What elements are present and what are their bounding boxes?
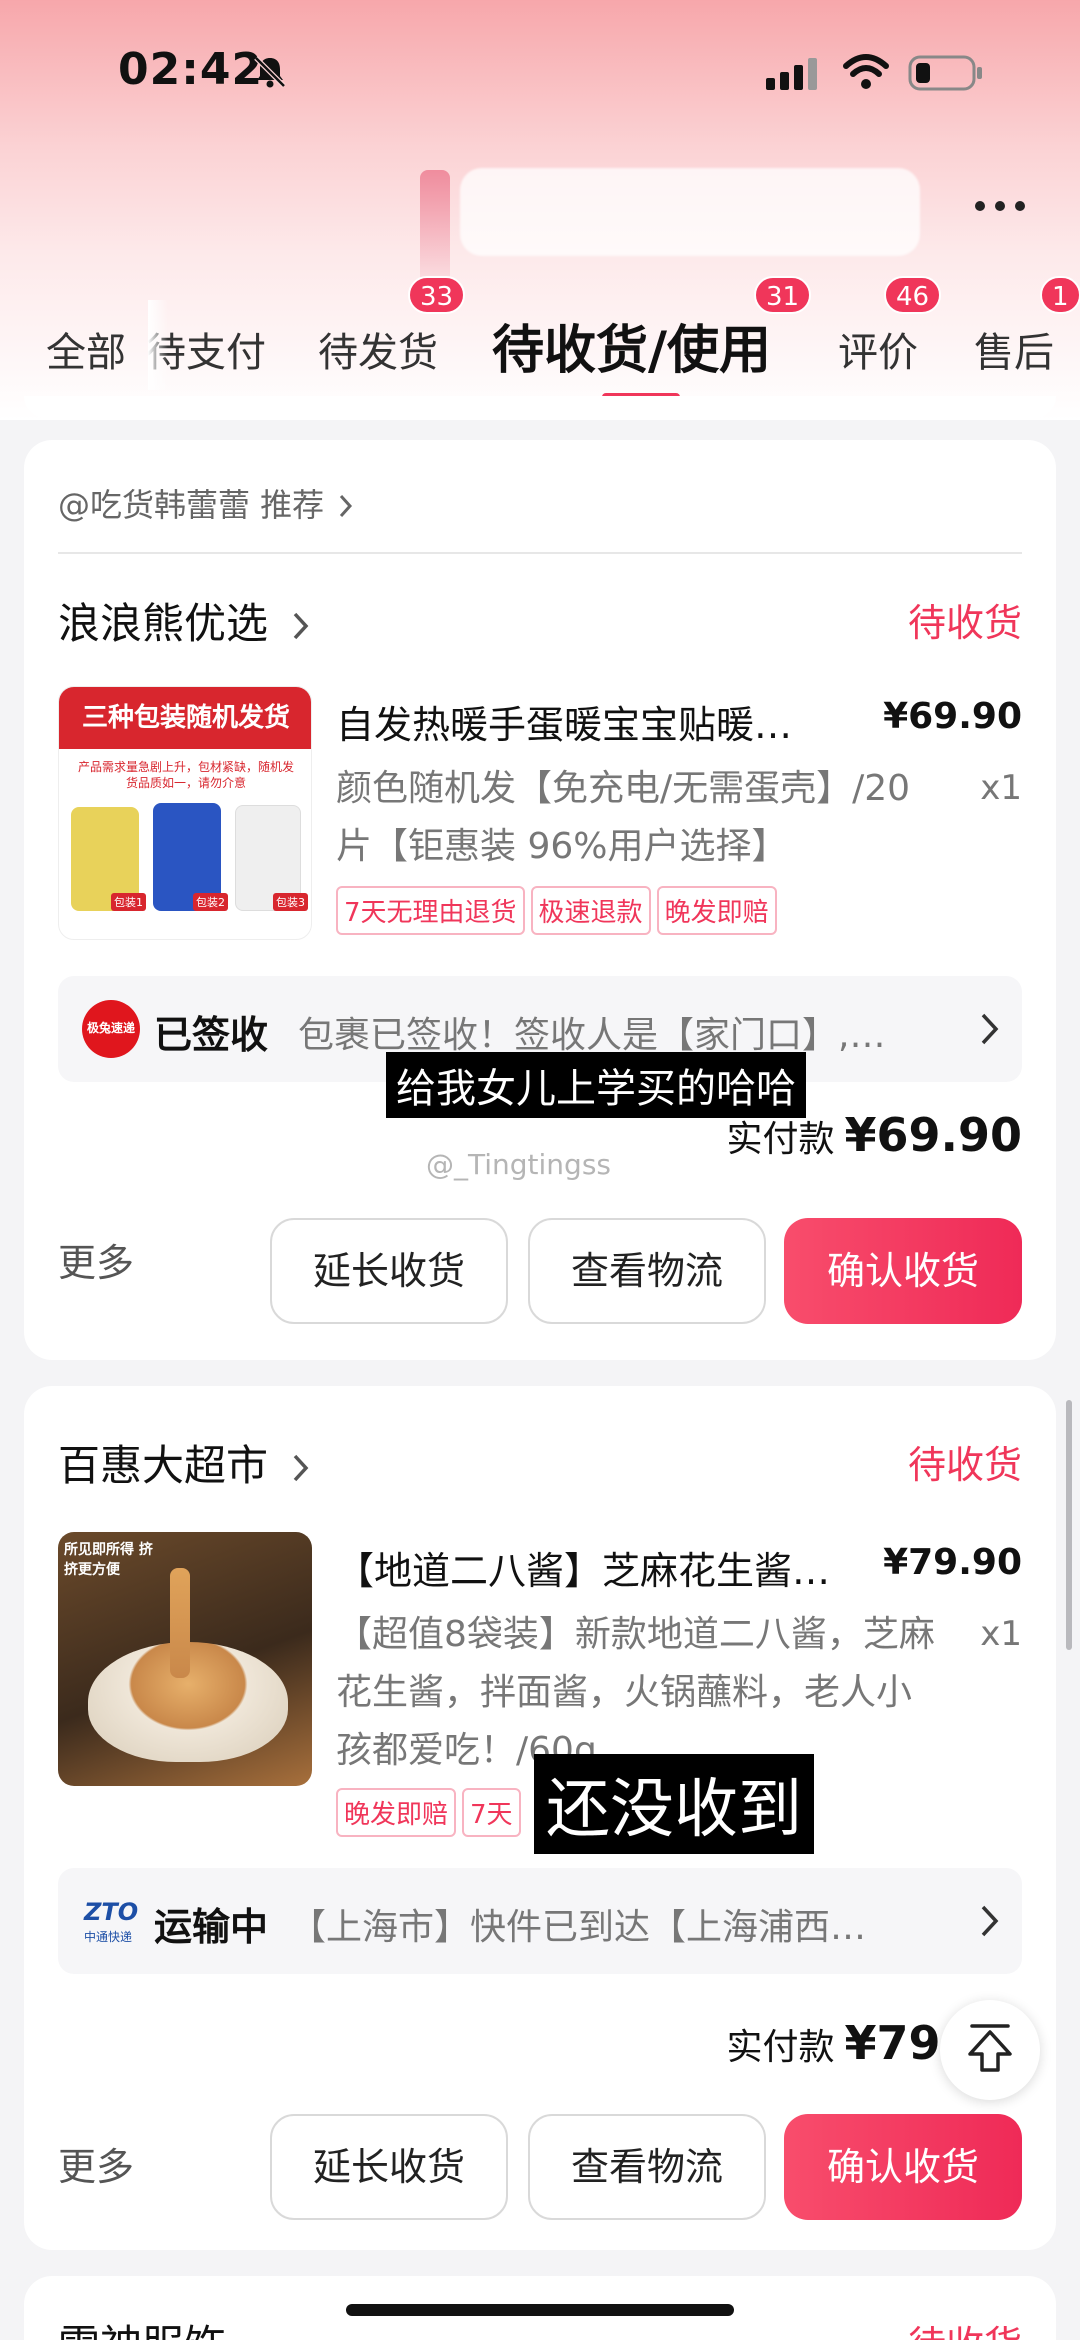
order-card: @吃货韩蕾蕾 推荐 浪浪熊优选 待收货 三种包装随机发货 产品需求量急剧上升，包…: [24, 440, 1056, 1360]
home-indicator[interactable]: [346, 2304, 734, 2316]
order-status: 待收货: [907, 601, 1022, 645]
extend-receipt-button[interactable]: 延长收货: [270, 1218, 508, 1324]
product-image[interactable]: 三种包装随机发货 产品需求量急剧上升，包材紧缺，随机发货品质如一，请勿介意 包装…: [58, 686, 312, 940]
sauce-drip: [170, 1568, 190, 1678]
more-options-icon[interactable]: [972, 196, 1028, 216]
previous-card-bottom: [24, 396, 1056, 418]
tab-pending-receipt[interactable]: 待收货/使用: [492, 308, 771, 383]
tab-badge-review: 46: [884, 276, 942, 314]
service-tag: 极速退款: [530, 886, 651, 935]
image-caption: 所见即所得 挤挤更方便: [64, 1542, 153, 1578]
logistics-detail: 包裹已签收！签收人是【家门口】,…: [298, 1015, 886, 1056]
wifi-icon: [843, 54, 889, 89]
service-tags: 7天无理由退货 极速退款 晚发即赔: [336, 886, 777, 935]
chevron-right-icon: [340, 494, 353, 518]
tab-all[interactable]: 全部: [46, 320, 126, 378]
shop-name-link[interactable]: 浪浪熊优选: [58, 590, 311, 651]
chevron-right-icon: [294, 1454, 309, 1482]
scroll-to-top-button[interactable]: [940, 2000, 1040, 2100]
tab-badge-pending-shipment: 33: [408, 276, 466, 314]
logistics-detail: 【上海市】快件已到达【上海浦西…: [290, 1907, 867, 1948]
logistics-status: 已签收: [154, 1013, 269, 1057]
arrow-up-icon: [968, 2024, 1012, 2072]
extend-receipt-button[interactable]: 延长收货: [270, 2114, 508, 2220]
order-status: 待收货: [908, 2314, 1022, 2340]
service-tag: 晚发即赔: [336, 1788, 457, 1837]
logistics-row[interactable]: ZTO 中通快递 运输中 【上海市】快件已到达【上海浦西…: [58, 1868, 1022, 1974]
carrier-badge-text: 极兔速递: [86, 1021, 135, 1035]
tab-badge-pending-receipt: 31: [754, 276, 812, 314]
tab-after-sales[interactable]: 售后: [974, 320, 1054, 378]
cellular-signal-icon: [766, 58, 817, 90]
pay-label: 实付款: [726, 2027, 835, 2068]
watermark: @_Tingtingss: [426, 1148, 611, 1181]
pay-amount: ¥69.90: [844, 1108, 1022, 1162]
video-caption: 给我女儿上学买的哈哈: [386, 1052, 806, 1118]
chevron-right-icon: [981, 1013, 999, 1045]
view-logistics-button[interactable]: 查看物流: [528, 1218, 766, 1324]
product-image[interactable]: 所见即所得 挤挤更方便: [58, 1532, 312, 1786]
tab-fade: [148, 300, 168, 390]
logistics-status: 运输中: [154, 1905, 269, 1949]
service-tag: 晚发即赔: [656, 886, 777, 935]
blurred-logo: [420, 170, 450, 290]
confirm-receipt-button[interactable]: 确认收货: [784, 2114, 1022, 2220]
tab-review[interactable]: 评价: [838, 320, 918, 378]
zto-logo-icon: ZTO 中通快递: [82, 1892, 140, 1950]
carrier-badge-text: ZTO: [84, 1898, 139, 1926]
product-title[interactable]: 自发热暖手蛋暖宝宝贴暖…: [336, 694, 856, 749]
order-tabs: 全部 待支付 待发货 33 待收货/使用 31 评价 46 售后 1: [0, 276, 1080, 401]
chevron-right-icon: [981, 1905, 999, 1937]
product-spec: 颜色随机发【免充电/无需蛋壳】/20片【钜惠装 96%用户选择】: [336, 768, 911, 867]
product-quantity: x1: [980, 1614, 1022, 1654]
product-price: ¥79.90: [883, 1542, 1022, 1583]
shop-name-link[interactable]: 百惠大超市: [58, 1432, 311, 1493]
product-price: ¥69.90: [883, 696, 1022, 737]
status-bar: 02:42: [0, 0, 1080, 140]
pack-label: 包装1: [111, 893, 146, 911]
order-status: 待收货: [907, 1443, 1022, 1487]
tab-badge-after-sales: 1: [1040, 276, 1080, 314]
carrier-sub-text: 中通快递: [84, 1930, 133, 1944]
battery-icon: [908, 55, 982, 91]
image-subtext: 产品需求量急剧上升，包材紧缺，随机发货品质如一，请勿介意: [77, 760, 294, 790]
search-bar-blurred[interactable]: [460, 168, 920, 256]
status-time: 02:42: [118, 44, 264, 95]
product-quantity: x1: [980, 768, 1022, 808]
jtexpress-logo-icon: 极兔速递: [82, 1000, 140, 1058]
divider: [58, 552, 1022, 554]
tab-pending-shipment[interactable]: 待发货: [318, 320, 438, 378]
view-logistics-button[interactable]: 查看物流: [528, 2114, 766, 2220]
more-link[interactable]: 更多: [58, 1232, 134, 1287]
image-banner-text: 三种包装随机发货: [81, 703, 290, 733]
service-tags: 晚发即赔 7天: [336, 1788, 521, 1837]
product-title[interactable]: 【地道二八酱】芝麻花生酱…: [336, 1540, 856, 1595]
more-link[interactable]: 更多: [58, 2136, 134, 2191]
chevron-right-icon: [294, 612, 309, 640]
recommender-link[interactable]: @吃货韩蕾蕾 推荐: [58, 480, 354, 526]
pack-label: 包装2: [193, 893, 228, 911]
service-tag: 7天: [462, 1788, 521, 1837]
scrollbar[interactable]: [1066, 1400, 1072, 1650]
mute-bell-icon: [254, 56, 286, 88]
confirm-receipt-button[interactable]: 确认收货: [784, 1218, 1022, 1324]
shop-name-link[interactable]: 雷神服饰: [58, 2312, 226, 2340]
pack-label: 包装3: [273, 893, 308, 911]
video-caption: 还没收到: [534, 1754, 814, 1854]
service-tag: 7天无理由退货: [336, 886, 525, 935]
